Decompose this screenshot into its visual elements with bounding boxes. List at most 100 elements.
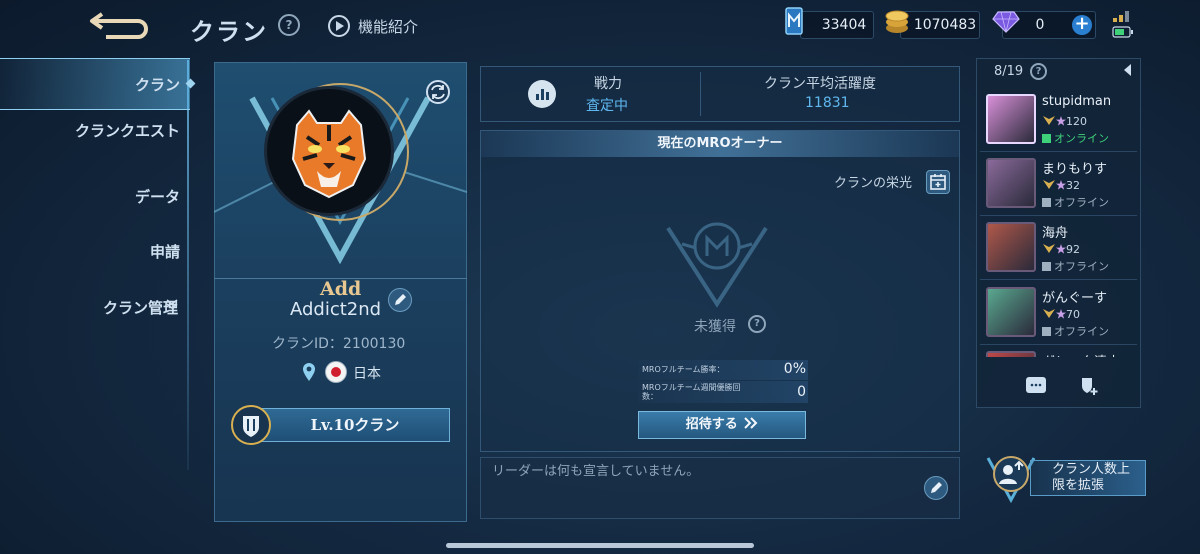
member-avatar <box>986 94 1036 144</box>
double-chevron-right-icon <box>744 417 758 429</box>
member-level-value: 32 <box>1066 179 1080 192</box>
japan-flag-icon <box>325 361 347 383</box>
mro-weekly-wins-value: 0 <box>797 384 806 400</box>
expand-member-label: クラン人数上 限を拡張 <box>1052 462 1130 494</box>
signal-icon <box>1113 11 1129 22</box>
shield-add-icon[interactable] <box>1080 376 1098 396</box>
page-title: クラン <box>190 18 268 46</box>
add-diamond-button[interactable]: + <box>1072 15 1092 35</box>
member-status-text: オフライン <box>1054 260 1109 273</box>
clan-glory-button[interactable] <box>926 170 950 194</box>
nav-item-clan-quest[interactable]: クランクエスト <box>50 122 180 140</box>
mro-help-icon[interactable]: ? <box>748 315 766 333</box>
member-avatar <box>986 287 1036 337</box>
clan-region: 日本 <box>353 366 381 382</box>
mro-winrate-label: MROフルチーム勝率： <box>642 365 725 374</box>
clan-level-button[interactable]: Lv.10クラン <box>260 408 450 442</box>
expand-label-line1: クラン人数上 <box>1052 462 1131 477</box>
member-count: 8/19 <box>994 64 1024 79</box>
member-row[interactable]: ガレッタ清水 <box>980 347 1137 357</box>
invite-label: 招待する <box>685 417 738 432</box>
mro-ticket-icon <box>785 7 803 35</box>
member-avatar <box>986 351 1036 357</box>
chevron-down-icon <box>166 299 178 310</box>
rank-badge-icon <box>1043 116 1055 125</box>
collapse-panel-icon[interactable] <box>1124 64 1131 76</box>
member-avatar <box>986 222 1036 272</box>
help-icon[interactable]: ? <box>278 14 300 36</box>
member-status: オフライン <box>1042 258 1109 274</box>
edit-declaration-button[interactable] <box>924 476 948 500</box>
member-level: 120 <box>1042 114 1087 128</box>
stats-divider <box>700 72 701 116</box>
tiger-icon <box>291 109 367 199</box>
refresh-icon <box>431 84 445 100</box>
status-check-icon <box>1042 262 1051 271</box>
status-check-icon <box>1042 134 1051 143</box>
back-button[interactable] <box>88 10 150 40</box>
clan-name: Addict2nd <box>290 299 382 320</box>
expand-label-line2: 限を拡張 <box>1052 478 1105 493</box>
feature-intro-link[interactable]: 機能紹介 <box>358 16 418 37</box>
location-pin-icon <box>303 363 315 381</box>
leader-declaration: リーダーは何も宣言していません。 <box>492 464 700 479</box>
chat-icon[interactable] <box>1026 377 1046 393</box>
member-level-value: 70 <box>1066 308 1080 321</box>
member-status-text: オンライン <box>1054 132 1109 145</box>
calendar-icon <box>930 174 946 190</box>
mro-weekly-wins-row: MROフルチーム週間優勝回数： 0 <box>638 381 808 403</box>
member-status-text: オフライン <box>1054 196 1109 209</box>
member-level-value: 92 <box>1066 243 1080 256</box>
member-help-icon[interactable]: ? <box>1030 63 1047 80</box>
activity-label: クラン平均活躍度 <box>764 76 876 92</box>
member-name: 海舟 <box>1042 226 1069 241</box>
member-row[interactable]: stupidman 120 オンライン <box>980 90 1137 152</box>
rank-badge-icon <box>1043 244 1055 253</box>
nav-item-application[interactable]: 申請 <box>150 241 180 262</box>
pencil-icon <box>931 482 942 493</box>
shield-icon <box>243 416 259 437</box>
gold-counter: 1070483 <box>900 11 980 39</box>
invite-button[interactable]: 招待する <box>638 411 806 439</box>
refresh-button[interactable] <box>426 80 450 104</box>
rank-badge-icon <box>1043 309 1055 318</box>
member-avatar <box>986 158 1036 208</box>
mro-winrate-value: 0% <box>783 361 806 377</box>
member-status: オフライン <box>1042 194 1109 210</box>
clan-id: クランID：2100130 <box>272 336 406 352</box>
star-icon <box>1056 116 1066 126</box>
rank-badge-icon <box>1043 180 1055 189</box>
member-name: ガレッタ清水 <box>1042 351 1120 357</box>
play-icon[interactable] <box>328 15 350 37</box>
star-icon <box>1056 244 1066 254</box>
mro-emblem-icon <box>666 222 768 308</box>
clan-tag: Add <box>320 278 362 300</box>
member-level-value: 120 <box>1066 115 1087 128</box>
status-check-icon <box>1042 327 1051 336</box>
member-status-text: オフライン <box>1054 325 1109 338</box>
clan-level-badge <box>231 405 271 445</box>
member-name: stupidman <box>1042 94 1112 109</box>
nav-item-data[interactable]: データ <box>135 186 180 207</box>
battery-icon <box>1112 26 1133 38</box>
mro-ticket-value: 33404 <box>821 17 867 33</box>
member-name: まりもりす <box>1042 162 1108 177</box>
bar-chart-icon <box>528 80 556 108</box>
power-label: 戦力 <box>594 76 622 92</box>
member-row[interactable]: がんぐーす 70 オフライン <box>980 283 1137 345</box>
member-row[interactable]: まりもりす 32 オフライン <box>980 154 1137 216</box>
nav-item-clan[interactable]: クラン <box>135 74 180 95</box>
member-row[interactable]: 海舟 92 オフライン <box>980 218 1137 280</box>
star-icon <box>1056 309 1066 319</box>
diamond-value: 0 <box>1035 17 1045 33</box>
clan-logo <box>264 86 394 216</box>
nav-divider <box>187 60 189 470</box>
status-check-icon <box>1042 198 1051 207</box>
member-status: オフライン <box>1042 323 1109 339</box>
member-status: オンライン <box>1042 130 1109 146</box>
mro-ticket-counter: 33404 <box>800 11 874 39</box>
pencil-icon <box>395 294 406 305</box>
edit-clan-name-button[interactable] <box>388 288 412 312</box>
gold-value: 1070483 <box>913 17 977 33</box>
gold-coin-icon <box>885 10 909 33</box>
